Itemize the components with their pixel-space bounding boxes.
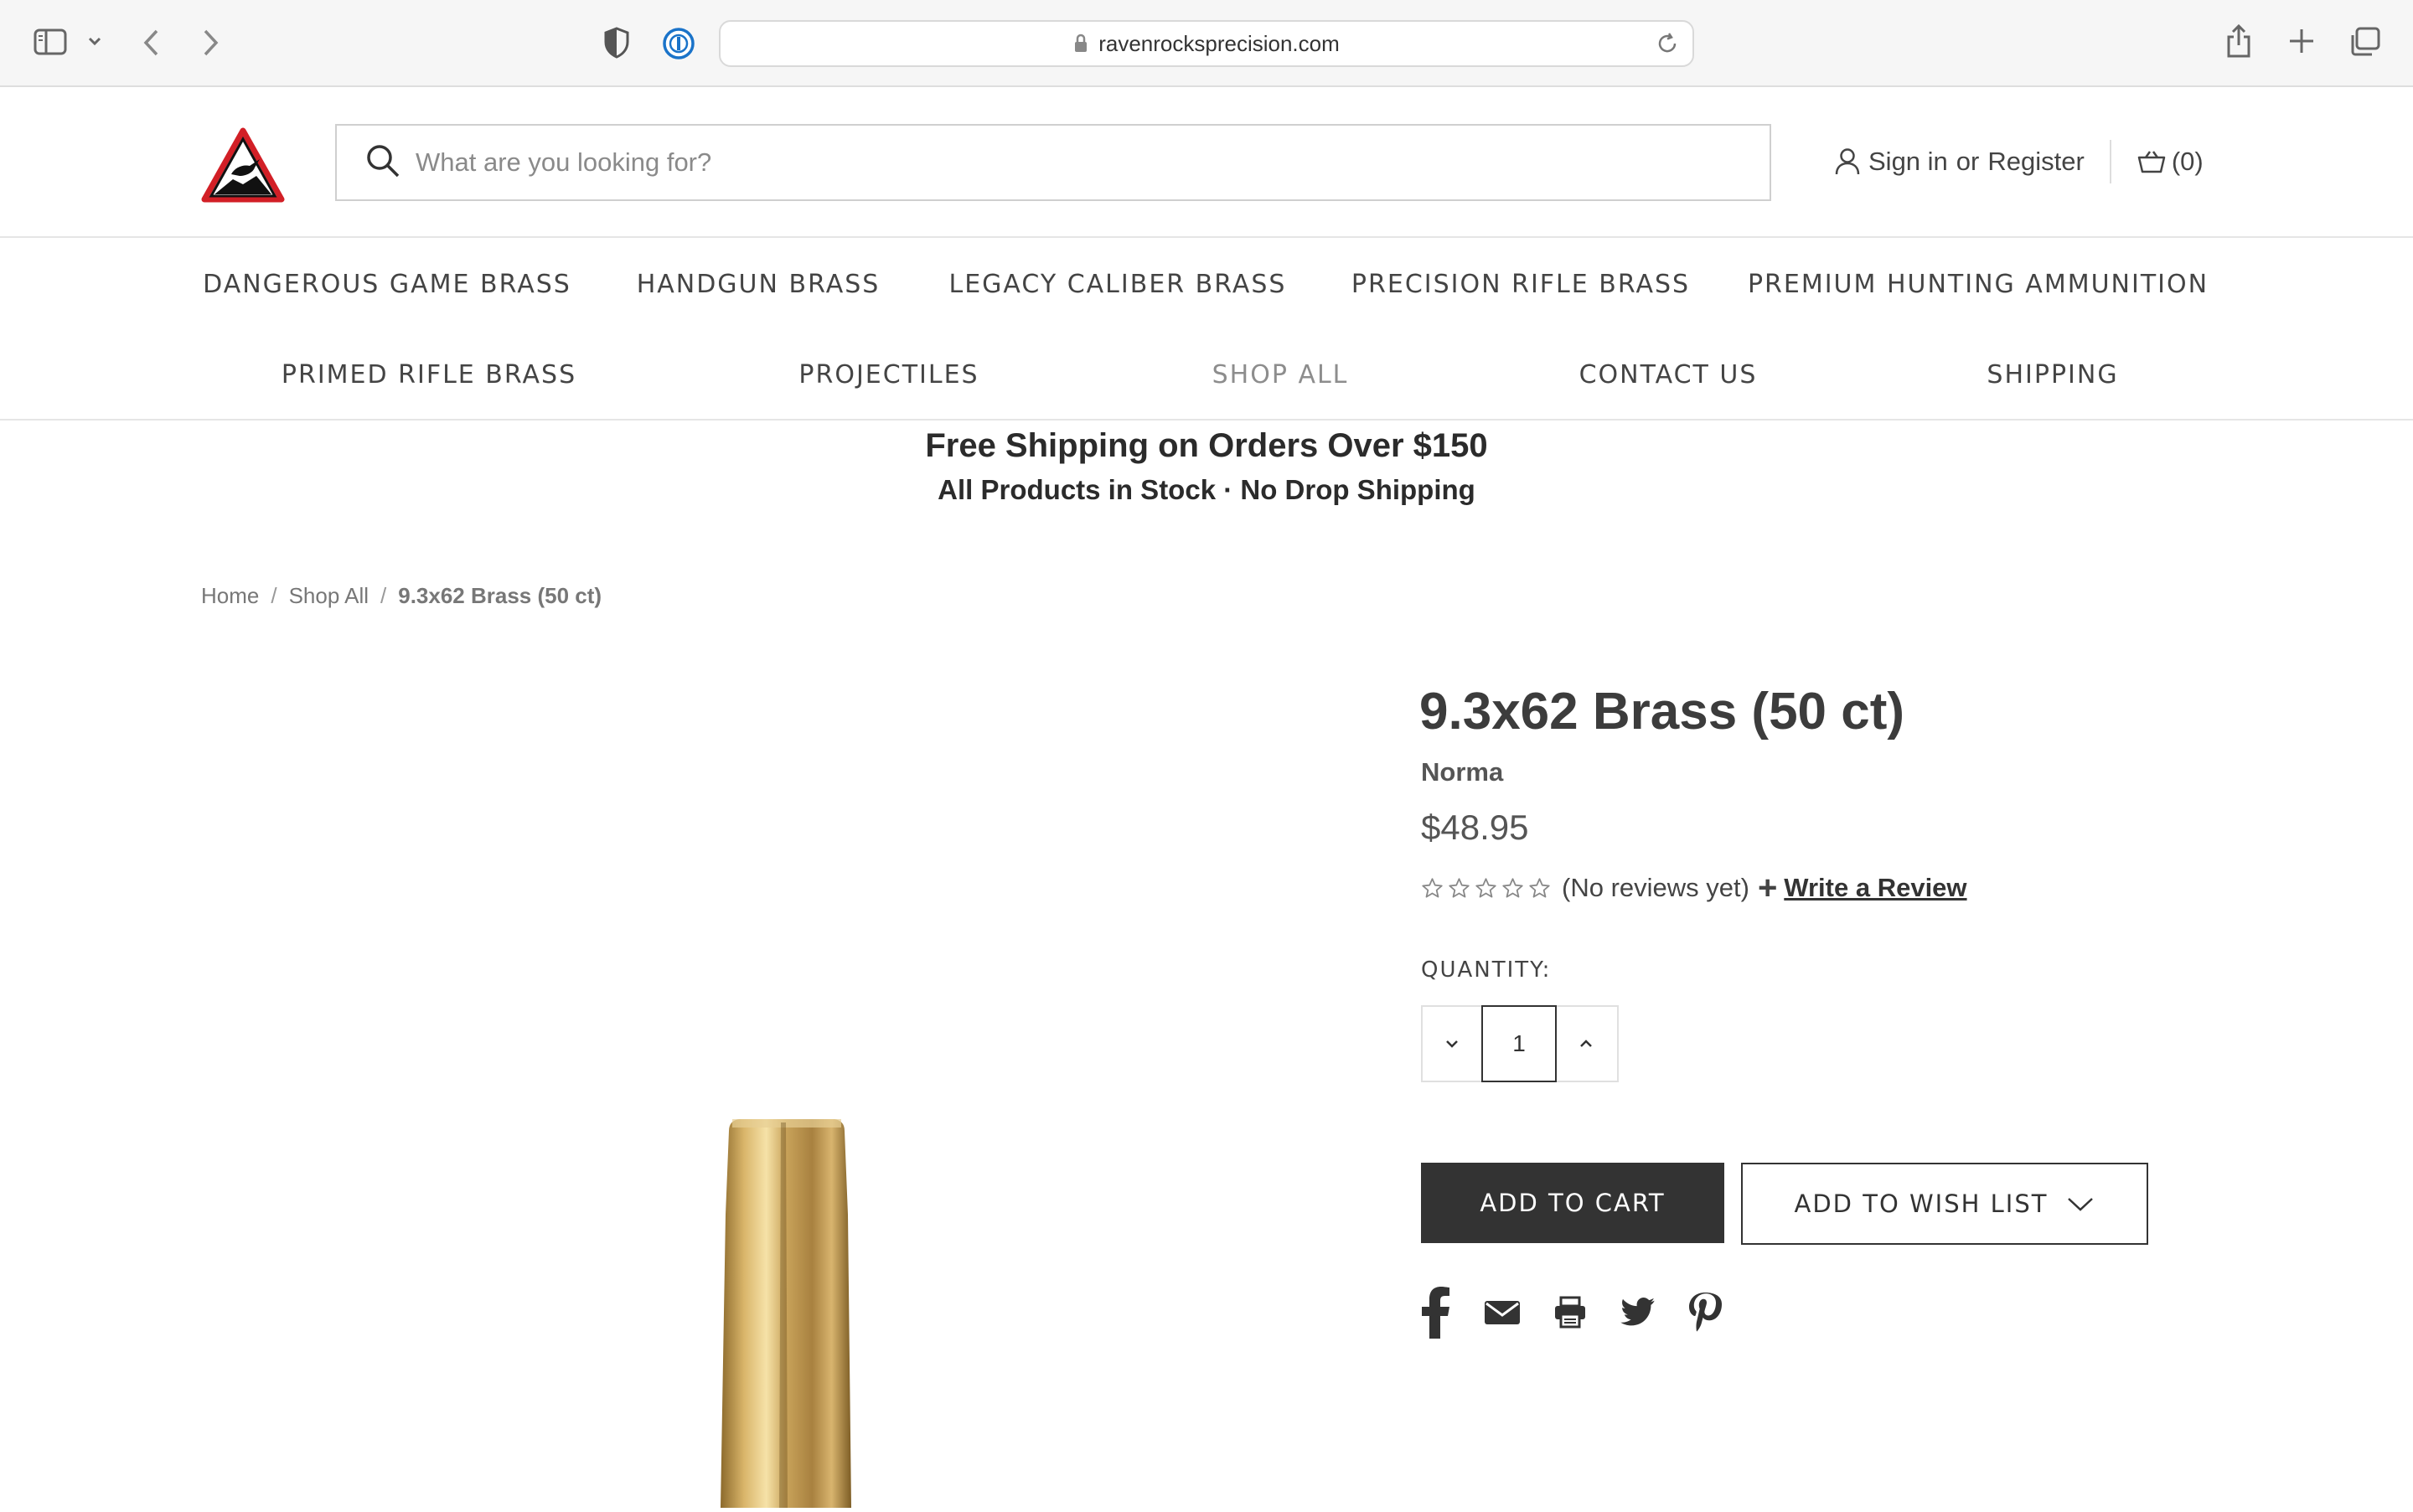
product-title: 9.3x62 Brass (50 ct)	[1419, 683, 1905, 741]
product-brand[interactable]: Norma	[1421, 757, 1503, 787]
social-share	[1421, 1287, 1756, 1339]
facebook-icon[interactable]	[1421, 1287, 1451, 1339]
search-input[interactable]	[416, 147, 1672, 178]
share-icon[interactable]	[2225, 23, 2252, 59]
quantity-decrease-button[interactable]	[1423, 1007, 1481, 1081]
product-image[interactable]	[704, 1114, 871, 1508]
sidebar-toggle-icon[interactable]	[34, 28, 67, 55]
free-shipping-banner: Free Shipping on Orders Over $150	[925, 427, 1488, 464]
twitter-icon[interactable]	[1620, 1298, 1656, 1328]
stock-banner: All Products in Stock · No Drop Shipping	[938, 474, 1475, 505]
breadcrumb: Home / Shop All / 9.3x62 Brass (50 ct)	[201, 583, 602, 609]
quantity-input[interactable]: 1	[1481, 1005, 1557, 1082]
main-navigation: DANGEROUS GAME BRASS HANDGUN BRASS LEGAC…	[0, 240, 2413, 421]
pinterest-icon[interactable]	[1689, 1291, 1723, 1334]
add-to-wish-list-button[interactable]: ADD TO WISH LIST	[1741, 1163, 2148, 1245]
site-logo[interactable]	[199, 126, 287, 206]
plus-icon[interactable]: +	[1758, 871, 1777, 905]
reload-icon[interactable]	[1656, 32, 1679, 55]
add-to-cart-button[interactable]: ADD TO CART	[1421, 1163, 1724, 1243]
rating-stars	[1421, 877, 1555, 900]
back-arrow-icon[interactable]	[142, 28, 161, 57]
star-icon	[1449, 877, 1470, 898]
nav-shipping[interactable]: SHIPPING	[1987, 360, 2118, 390]
star-icon	[1475, 877, 1496, 898]
breadcrumb-separator: /	[380, 583, 387, 608]
breadcrumb-shop-all[interactable]: Shop All	[289, 583, 369, 609]
tab-overview-icon[interactable]	[2349, 27, 2381, 57]
account-area: Sign in or Register (0)	[1835, 139, 2204, 184]
nav-premium-hunting-ammunition[interactable]: PREMIUM HUNTING AMMUNITION	[1748, 270, 2209, 299]
nav-legacy-caliber-brass[interactable]: LEGACY CALIBER BRASS	[949, 270, 1287, 299]
star-icon	[1529, 877, 1550, 898]
cart-count: (0)	[2171, 147, 2204, 176]
write-review-link[interactable]: Write a Review	[1784, 873, 1966, 903]
cart-link[interactable]: (0)	[2137, 147, 2204, 177]
register-link[interactable]: Register	[1987, 147, 2084, 177]
shield-icon[interactable]	[603, 27, 630, 59]
basket-icon	[2137, 149, 2167, 174]
quantity-label: QUANTITY:	[1421, 957, 1552, 983]
nav-shop-all[interactable]: SHOP ALL	[1212, 360, 1349, 390]
breadcrumb-separator: /	[271, 583, 277, 608]
or-text: or	[1956, 147, 1980, 176]
nav-handgun-brass[interactable]: HANDGUN BRASS	[637, 270, 881, 299]
search-bar[interactable]	[335, 124, 1771, 201]
password-manager-icon[interactable]	[662, 27, 695, 60]
quantity-stepper: 1	[1421, 1005, 1619, 1082]
new-tab-icon[interactable]	[2287, 27, 2316, 55]
address-bar[interactable]: ravenrocksprecision.com	[719, 20, 1694, 67]
user-icon[interactable]	[1835, 147, 1860, 176]
header-divider	[2109, 140, 2111, 183]
breadcrumb-home[interactable]: Home	[201, 583, 259, 609]
nav-precision-rifle-brass[interactable]: PRECISION RIFLE BRASS	[1351, 270, 1690, 299]
star-icon	[1422, 877, 1443, 898]
sign-in-link[interactable]: Sign in	[1868, 147, 1948, 177]
email-icon[interactable]	[1485, 1299, 1520, 1326]
product-reviews: (No reviews yet) + Write a Review	[1421, 871, 1967, 905]
star-icon	[1502, 877, 1523, 898]
nav-primed-rifle-brass[interactable]: PRIMED RIFLE BRASS	[282, 360, 576, 390]
browser-toolbar: ravenrocksprecision.com	[0, 0, 2413, 87]
nav-dangerous-game-brass[interactable]: DANGEROUS GAME BRASS	[203, 270, 571, 299]
wish-list-label: ADD TO WISH LIST	[1794, 1189, 2049, 1218]
chevron-down-icon	[2048, 1195, 2095, 1212]
print-icon[interactable]	[1553, 1296, 1587, 1329]
product-price: $48.95	[1421, 808, 1529, 847]
reviews-count: (No reviews yet)	[1562, 873, 1749, 902]
nav-projectiles[interactable]: PROJECTILES	[798, 360, 979, 390]
forward-arrow-icon[interactable]	[201, 28, 220, 57]
url-text: ravenrocksprecision.com	[1098, 30, 1340, 56]
chevron-down-icon[interactable]	[87, 35, 102, 47]
breadcrumb-current: 9.3x62 Brass (50 ct)	[398, 583, 602, 608]
nav-contact-us[interactable]: CONTACT US	[1579, 360, 1758, 390]
site-header: Sign in or Register (0)	[0, 89, 2413, 238]
quantity-increase-button[interactable]	[1557, 1007, 1615, 1081]
lock-icon	[1073, 34, 1088, 54]
search-icon[interactable]	[365, 143, 400, 183]
